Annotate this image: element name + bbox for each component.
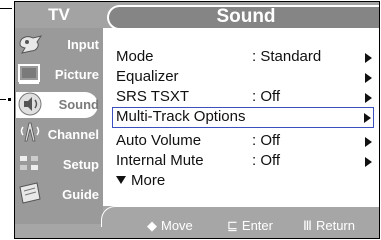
- setup-icon: [20, 156, 38, 170]
- guide-icon: [19, 182, 41, 204]
- sidebar-item-setup[interactable]: Setup: [15, 150, 103, 180]
- menu-item-value: : Off: [252, 152, 281, 169]
- menu-item-value: : Off: [252, 88, 281, 105]
- return-icon: Ⅲ: [303, 218, 312, 233]
- hint-enter: ⊑ Enter: [227, 216, 273, 236]
- menu-more[interactable]: More: [116, 171, 165, 191]
- arrow-right-icon: [365, 53, 372, 63]
- hint-move: ◆ Move: [147, 216, 193, 236]
- tv-label: TV: [48, 5, 70, 24]
- arrow-right-icon: [364, 113, 371, 123]
- sidebar-item-sound[interactable]: Sound: [15, 90, 103, 120]
- arrow-right-icon: [365, 93, 372, 103]
- hint-return: Ⅲ Return: [303, 216, 355, 236]
- sidebar-item-label: Channel: [47, 127, 99, 142]
- menu-item-label: Multi-Track Options: [116, 108, 246, 125]
- arrow-down-icon: [116, 176, 126, 184]
- menu-title: Sound: [107, 5, 379, 30]
- enter-icon: ⊑: [227, 218, 238, 233]
- menu-item-label: Equalizer: [116, 68, 179, 85]
- callout-dot: [8, 98, 11, 101]
- sidebar-item-label: Sound: [58, 97, 99, 112]
- footer-tab: [15, 206, 103, 224]
- sidebar-item-input[interactable]: Input: [15, 30, 103, 60]
- menu-item-value: : Standard: [252, 48, 322, 65]
- callout-line-top: [0, 8, 12, 9]
- arrow-right-icon: [365, 73, 372, 83]
- move-icon: ◆: [147, 218, 157, 233]
- sound-icon: [18, 92, 42, 116]
- sidebar-item-label: Picture: [54, 67, 99, 82]
- menu-item-value: : Off: [252, 132, 281, 149]
- menu-item-internal-mute[interactable]: Internal Mute : Off: [112, 151, 374, 171]
- sidebar-item-label: Input: [67, 37, 99, 52]
- sidebar-item-picture[interactable]: Picture: [15, 60, 103, 90]
- menu-item-auto-volume[interactable]: Auto Volume : Off: [112, 131, 374, 151]
- channel-icon: [20, 122, 40, 142]
- menu-item-label: Auto Volume: [116, 132, 202, 149]
- more-label: More: [131, 172, 166, 189]
- header-bar: TV Sound: [15, 2, 379, 30]
- input-icon: [19, 35, 43, 54]
- menu-item-equalizer[interactable]: Equalizer: [112, 67, 374, 87]
- menu-item-mode[interactable]: Mode : Standard: [112, 47, 374, 67]
- menu-item-label: SRS TSXT: [116, 88, 190, 105]
- tv-osd-menu: TV Sound Input Picture Sound Channel Set…: [14, 1, 380, 239]
- arrow-right-icon: [365, 157, 372, 167]
- arrow-right-icon: [365, 137, 372, 147]
- menu-item-multi-track-options[interactable]: Multi-Track Options: [112, 107, 374, 128]
- picture-icon: [18, 64, 40, 84]
- menu-item-srs-tsxt[interactable]: SRS TSXT : Off: [112, 87, 374, 107]
- menu-item-label: Internal Mute: [116, 152, 204, 169]
- sidebar: Input Picture Sound Channel Setup Guide: [15, 28, 103, 206]
- menu-item-label: Mode: [116, 48, 154, 65]
- hint-return-label: Return: [315, 218, 355, 233]
- sidebar-item-label: Setup: [62, 157, 99, 172]
- hint-move-label: Move: [161, 218, 193, 233]
- footer-bar: ◆ Move ⊑ Enter Ⅲ Return: [15, 206, 379, 238]
- callout-line-middle: [0, 99, 6, 100]
- sidebar-item-channel[interactable]: Channel: [15, 120, 103, 150]
- hint-enter-label: Enter: [241, 218, 273, 233]
